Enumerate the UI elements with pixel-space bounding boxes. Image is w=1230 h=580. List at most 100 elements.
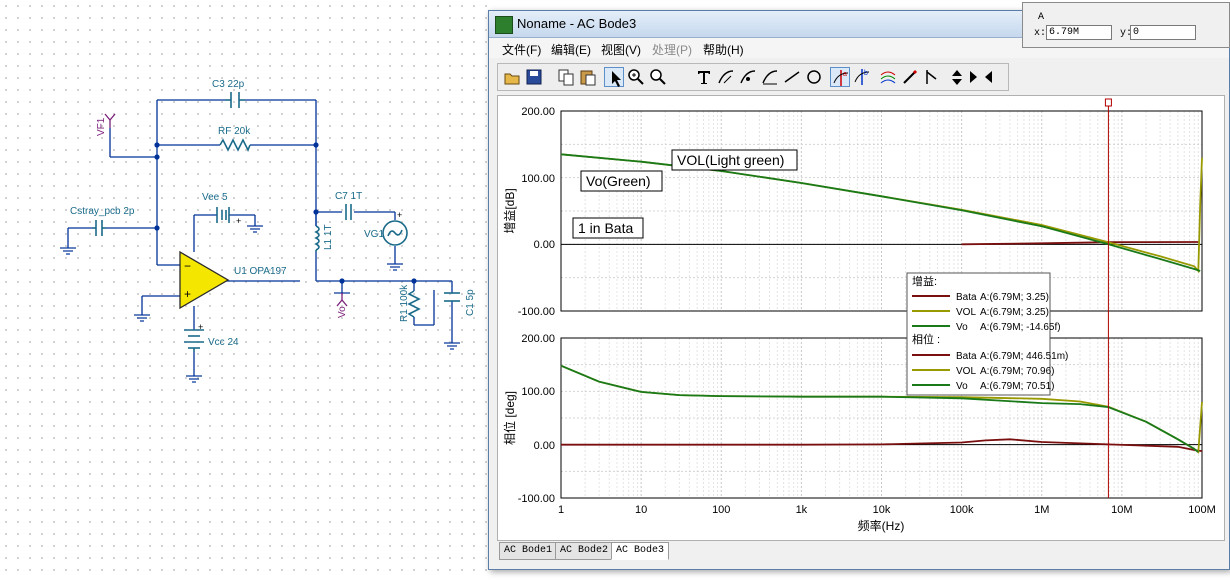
phase-ytick-0: 0.00 — [534, 440, 555, 452]
legend-value-vol: A:(6.79M; 70.96) — [980, 366, 1054, 377]
phase-ytick-200: 200.00 — [521, 333, 555, 345]
arrow-right-icon[interactable] — [982, 67, 996, 87]
series-bata-line — [561, 438, 1203, 452]
annot-vol: VOL(Light green) — [677, 152, 784, 168]
cursor-y-field[interactable] — [1130, 25, 1196, 40]
gain-ytick-100: 100.00 — [521, 173, 555, 185]
gain-grid — [560, 111, 1202, 311]
arrow-down-icon[interactable] — [966, 67, 980, 87]
cursor-readout-panel: A x: y: — [1022, 2, 1230, 48]
legend-name-vol: VOL — [956, 366, 976, 377]
zoom-in-icon[interactable] — [626, 67, 646, 87]
phase-ytick-100: 100.00 — [521, 386, 555, 398]
label-l1: L1 1T — [323, 224, 334, 250]
gain-ytick-neg100: -100.00 — [518, 306, 555, 318]
flag-icon[interactable] — [922, 67, 942, 87]
label-r1: R1 100k — [399, 284, 410, 322]
paste-icon[interactable] — [578, 67, 598, 87]
xtick-label: 10M — [1111, 504, 1132, 516]
arrow-select-icon[interactable] — [604, 67, 624, 87]
opamp-minus-sign: − — [184, 259, 191, 273]
gain-ytick-200: 200.00 — [521, 106, 555, 118]
label-vee: Vee 5 — [202, 192, 228, 203]
legend-name-bata: Bata — [956, 292, 977, 303]
legend-name-bata: Bata — [956, 351, 977, 362]
bode-plot-area[interactable]: 200.00 100.00 0.00 -100.00 200.00 100.00… — [497, 95, 1225, 541]
open-icon[interactable] — [502, 67, 522, 87]
schematic-wires — [67, 99, 453, 376]
text-icon[interactable] — [694, 67, 714, 87]
line-icon[interactable] — [782, 67, 802, 87]
vee-plus-sign: + — [236, 216, 241, 226]
frequency-tick-labels: 1 10 100 1k 10k 100k 1M 10M 100M — [558, 504, 1216, 516]
legend-value-bata: A:(6.79M; 446.51m) — [980, 351, 1068, 362]
xtick-label: 10 — [635, 504, 647, 516]
curve-style-icon[interactable] — [878, 67, 898, 87]
zoom-100-icon[interactable] — [648, 67, 668, 87]
legend-name-vo: Vo — [956, 322, 968, 333]
schematic-canvas[interactable]: C3 22p RF 20k Vee 5 C7 1T Cstray_pcb 2p … — [0, 0, 490, 580]
schematic-diagram[interactable]: C3 22p RF 20k Vee 5 C7 1T Cstray_pcb 2p … — [0, 0, 490, 580]
copy-icon[interactable] — [556, 67, 576, 87]
label-axis-icon[interactable] — [760, 67, 780, 87]
menu-view[interactable]: 视图(V) — [601, 41, 641, 58]
legend-box: 增益: Bata A:(6.79M; 3.25)VOL A:(6.79M; 3.25… — [906, 272, 1068, 396]
menu-edit[interactable]: 编辑(E) — [551, 41, 591, 58]
cursor-a-handle[interactable] — [1104, 98, 1112, 107]
xtick-label: 1k — [796, 504, 808, 516]
label-c1: C1 5p — [465, 289, 476, 316]
xtick-label: 100M — [1188, 504, 1216, 516]
xtick-label: 100k — [950, 504, 974, 516]
legend-value-bata: A:(6.79M; 3.25) — [980, 292, 1049, 303]
tab-ac-bode1[interactable]: AC Bode1 — [499, 542, 558, 560]
window-title: Noname - AC Bode3 — [517, 16, 637, 31]
cursor-b-icon[interactable]: b — [852, 67, 872, 87]
tab-ac-bode2[interactable]: AC Bode2 — [555, 542, 614, 560]
bode-plot-svg[interactable]: 200.00 100.00 0.00 -100.00 200.00 100.00… — [498, 96, 1224, 540]
label-vo: Vo — [337, 306, 348, 318]
label-c3: C3 22p — [212, 79, 245, 90]
xtick-label: 100 — [712, 504, 730, 516]
circle-icon[interactable] — [804, 67, 824, 87]
toolbar: a b — [497, 63, 1009, 91]
annot-vo: Vo(Green) — [586, 173, 651, 189]
phase-ylabel: 相位 [deg] — [502, 391, 517, 445]
xtick-label: 1 — [558, 504, 564, 516]
legend-gain-header: 增益: — [912, 274, 937, 288]
menu-process[interactable]: 处理(P) — [652, 41, 692, 58]
vg1-plus-sign: + — [397, 210, 402, 220]
label-cstray: Cstray_pcb 2p — [70, 206, 135, 217]
legend-phase-header: 相位 : — [912, 332, 940, 346]
svg-text:a: a — [843, 71, 847, 78]
legend-name-vol: VOL — [956, 307, 976, 318]
tab-ac-bode3[interactable]: AC Bode3 — [611, 542, 670, 560]
cursor-name: A — [1038, 12, 1045, 23]
pen-icon[interactable] — [900, 67, 920, 87]
cursor-a-icon[interactable]: a — [830, 67, 850, 87]
app-icon — [495, 16, 513, 34]
gain-ylabel: 增益[dB] — [503, 188, 517, 233]
save-icon[interactable] — [524, 67, 544, 87]
vcc-plus-sign: + — [198, 322, 203, 332]
gain-ytick-0: 0.00 — [534, 239, 555, 251]
legend-value-vol: A:(6.79M; 3.25) — [980, 307, 1049, 318]
cursor-x-label: x: — [1034, 28, 1047, 39]
xtick-label: 1M — [1034, 504, 1049, 516]
series-vo-line — [560, 364, 1199, 453]
bode-window[interactable]: Noname - AC Bode3 文件(F) 编辑(E) 视图(V) 处理(P… — [488, 10, 1230, 570]
cursor-x-field[interactable] — [1046, 25, 1112, 40]
frequency-xlabel: 频率(Hz) — [858, 518, 905, 533]
label-point-icon[interactable] — [738, 67, 758, 87]
xtick-label: 10k — [873, 504, 891, 516]
legend-value-vo: A:(6.79M; -14.65f) — [980, 322, 1061, 333]
label-c7: C7 1T — [335, 191, 362, 202]
annot-bata: 1 in Bata — [578, 220, 633, 236]
menu-file[interactable]: 文件(F) — [502, 41, 541, 58]
phase-ytick-neg100: -100.00 — [518, 493, 555, 505]
menu-help[interactable]: 帮助(H) — [703, 41, 744, 58]
arrow-up-icon[interactable] — [950, 67, 964, 87]
label-curve-icon[interactable] — [716, 67, 736, 87]
cursor-a-line[interactable] — [1104, 98, 1112, 498]
phase-grid — [560, 338, 1202, 498]
legend-name-vo: Vo — [956, 381, 968, 392]
